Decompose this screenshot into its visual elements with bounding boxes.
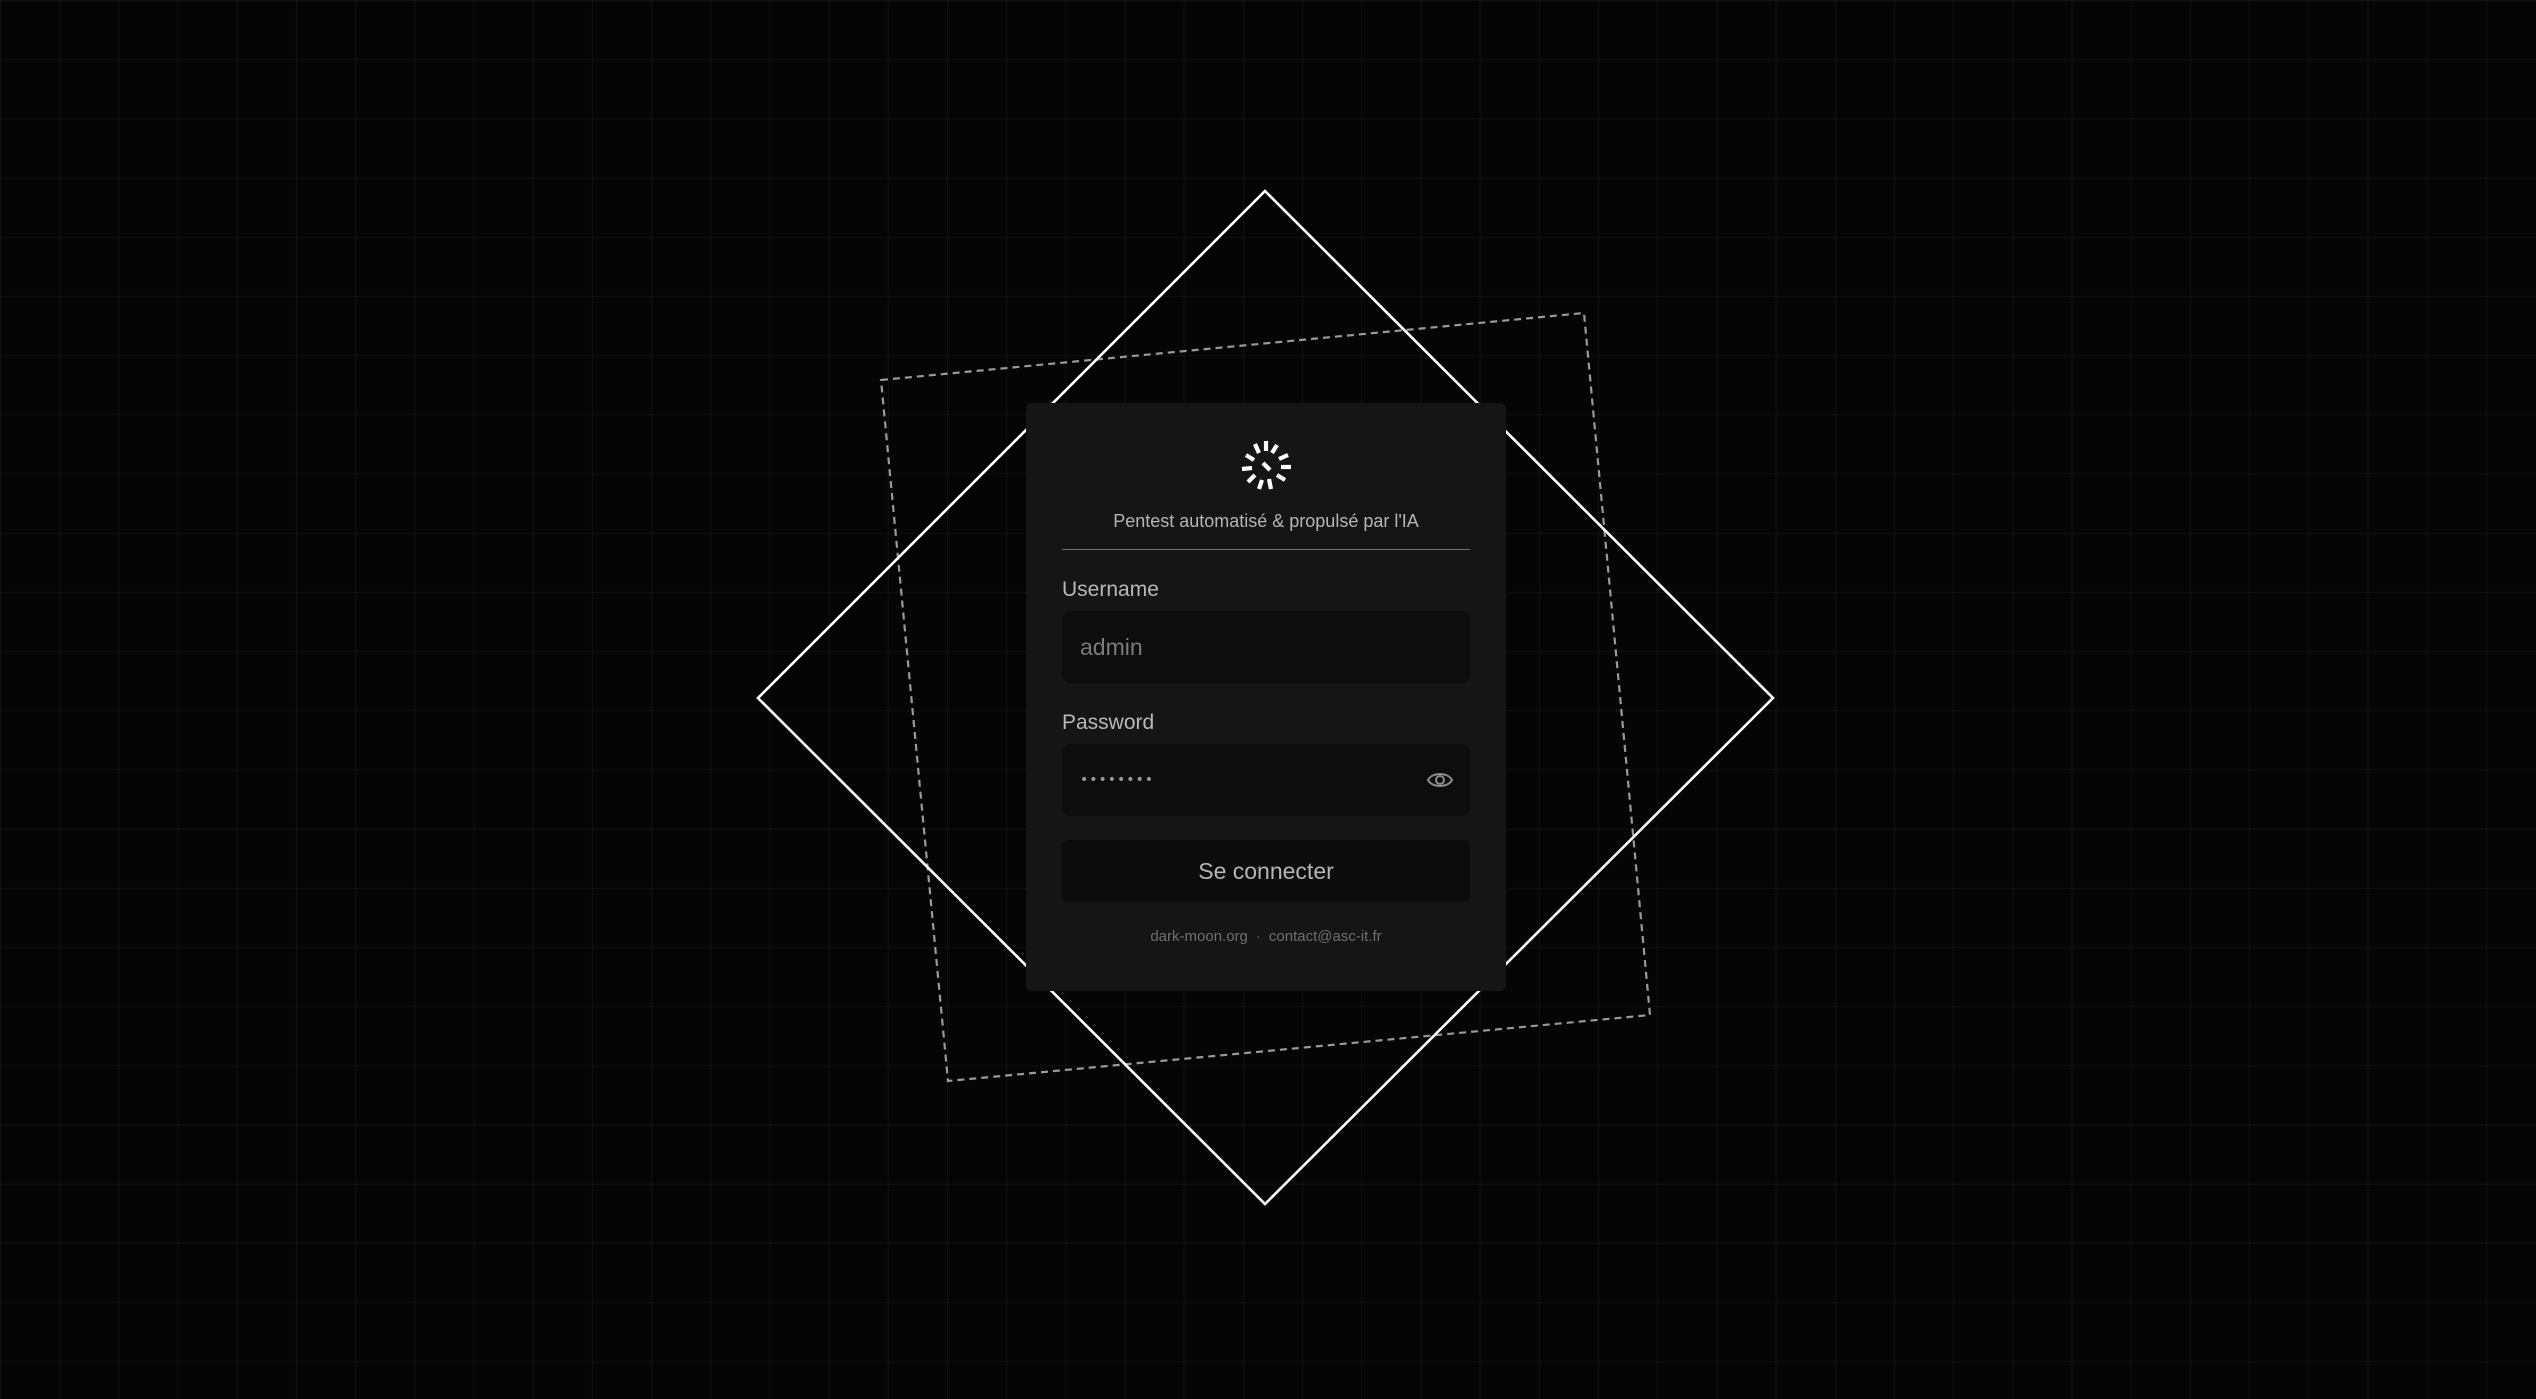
password-field-wrapper — [1062, 744, 1470, 816]
username-field-wrapper — [1062, 611, 1470, 683]
contact-email-link[interactable]: contact@asc-it.fr — [1269, 928, 1382, 945]
footer: dark-moon.org · contact@asc-it.fr — [1062, 928, 1470, 945]
tagline: Pentest automatisé & propulsé par l'IA — [1113, 511, 1419, 531]
login-card: Pentest automatisé & propulsé par l'IA U… — [1026, 403, 1506, 991]
login-button[interactable]: Se connecter — [1062, 840, 1470, 902]
username-input[interactable] — [1062, 611, 1470, 683]
divider — [1062, 549, 1470, 550]
website-link[interactable]: dark-moon.org — [1150, 928, 1248, 945]
password-label: Password — [1062, 711, 1155, 734]
password-input[interactable] — [1062, 744, 1470, 816]
spark-burst-icon — [1241, 441, 1291, 490]
footer-separator: · — [1255, 928, 1261, 945]
username-label: Username — [1062, 578, 1159, 601]
login-page: Pentest automatisé & propulsé par l'IA U… — [0, 0, 2536, 1399]
eye-icon[interactable] — [1426, 767, 1454, 793]
